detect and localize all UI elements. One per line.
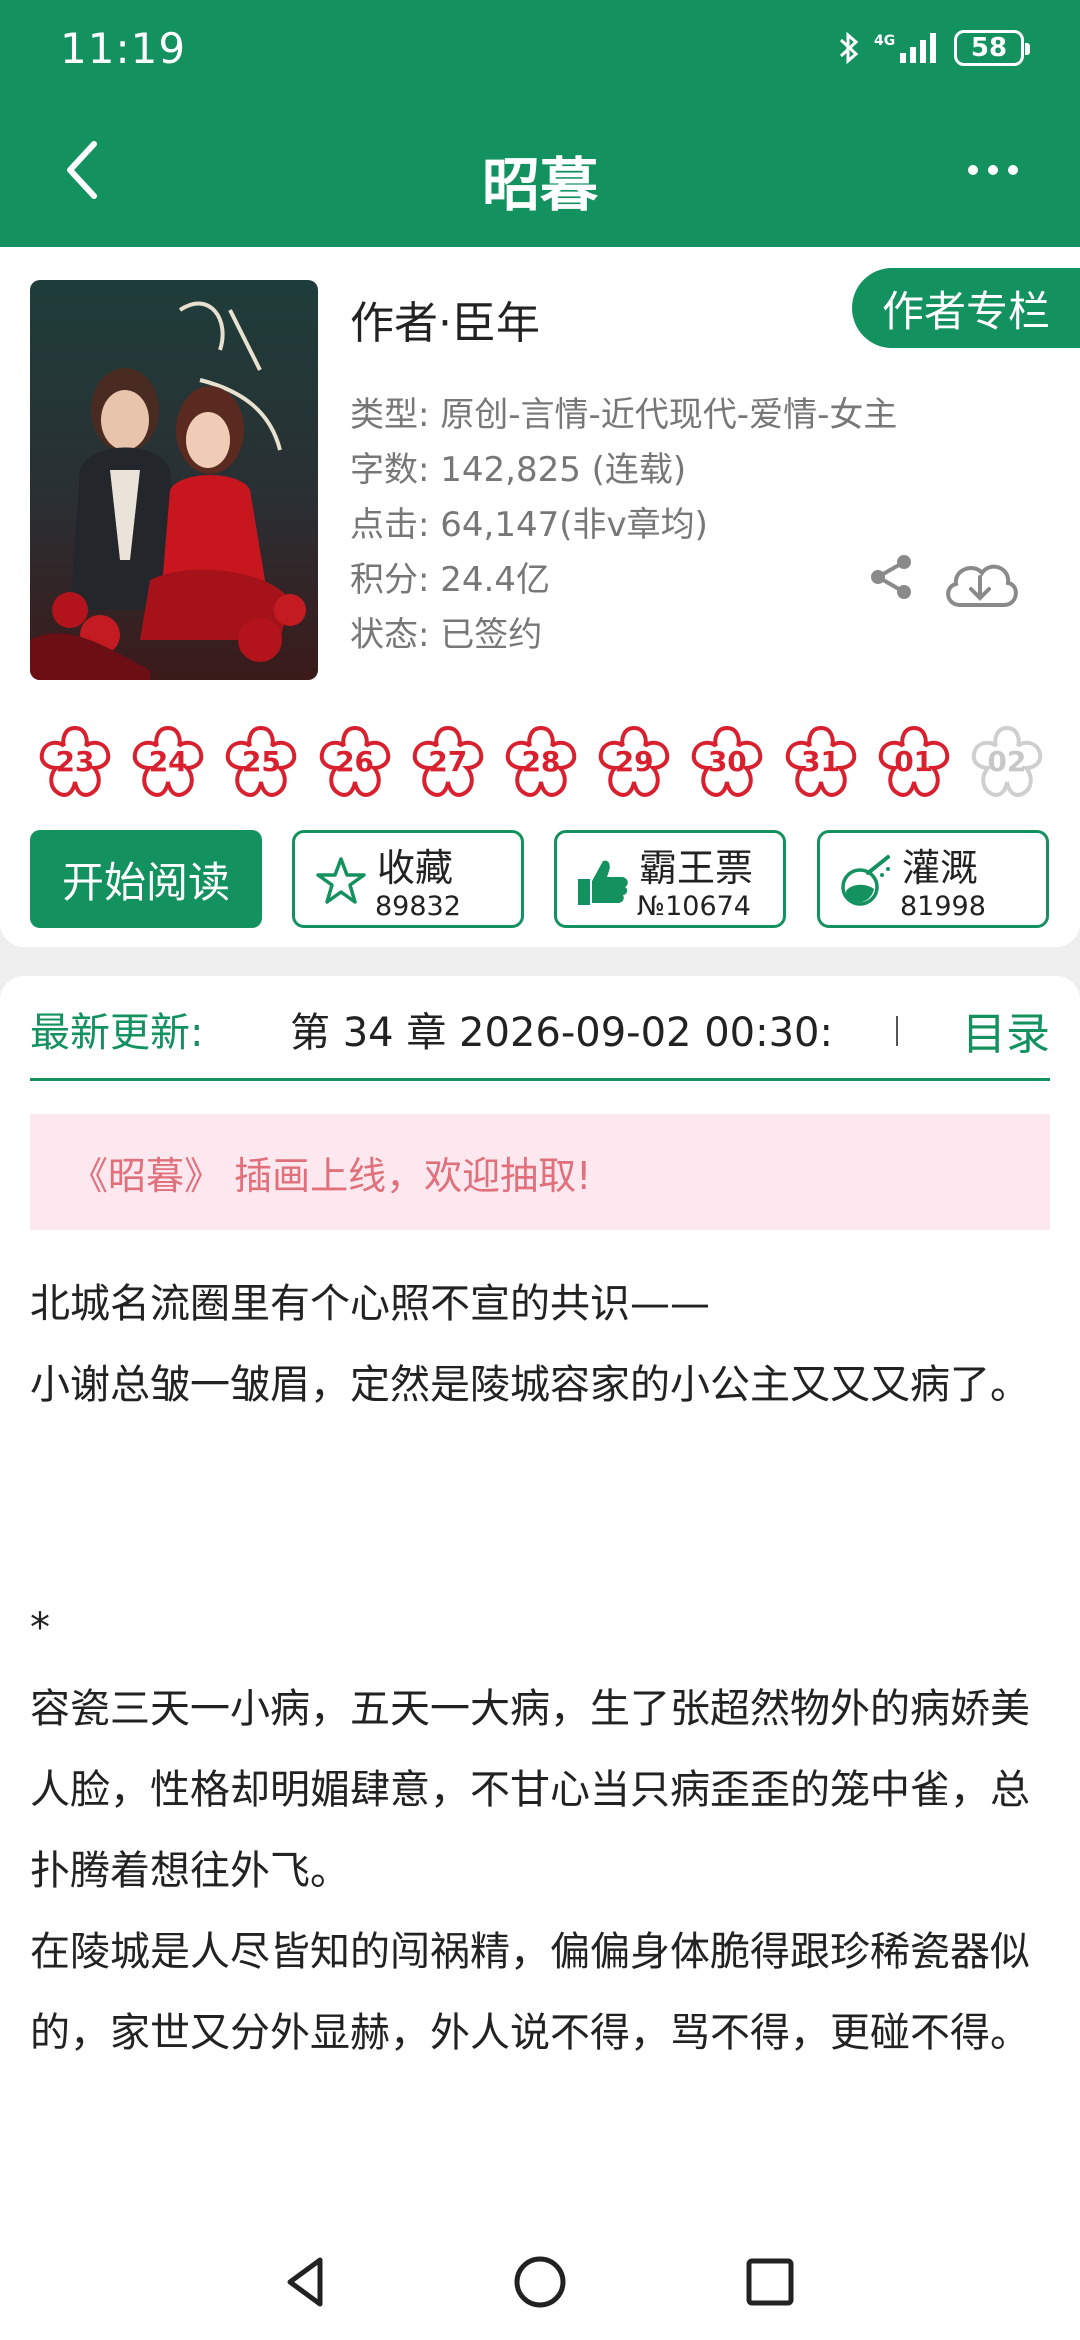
collect-count: 89832: [375, 891, 461, 922]
flower-badge[interactable]: 24: [129, 722, 207, 800]
author-column-button[interactable]: 作者专栏: [852, 268, 1080, 348]
meta-clicks: 点击: 64,147(非v章均): [350, 505, 708, 545]
flower-badge-label: 26: [335, 744, 375, 778]
flower-badge-label: 31: [801, 744, 840, 778]
meta-word-count: 字数: 142,825 (连载): [350, 450, 687, 490]
thumbs-up-icon: [578, 860, 628, 905]
flower-badge-label: 02: [987, 744, 1027, 778]
system-nav-bar: [0, 2230, 1080, 2340]
flower-badge[interactable]: 30: [688, 722, 766, 800]
flower-badge-label: 29: [614, 744, 654, 778]
announcement-banner[interactable]: 《昭暮》 插画上线，欢迎抽取!: [30, 1114, 1050, 1230]
latest-chapter-link[interactable]: 第 34 章 2026-09-02 00:30:: [290, 1000, 870, 1058]
more-button[interactable]: [958, 150, 1028, 190]
status-time: 11:19: [60, 24, 187, 73]
flower-badge[interactable]: 23: [36, 722, 114, 800]
flower-badge[interactable]: 25: [222, 722, 300, 800]
water-count: 81998: [900, 891, 986, 922]
page-title: 昭暮: [481, 151, 598, 219]
share-icon[interactable]: [866, 552, 916, 606]
latest-update-label: 最新更新:: [30, 1010, 204, 1056]
nav-recents-button[interactable]: [740, 2252, 800, 2312]
flower-badge[interactable]: 31: [782, 722, 860, 800]
flower-badge[interactable]: 02: [968, 722, 1046, 800]
ticket-button[interactable]: 霸王票 №10674: [554, 830, 786, 928]
nav-home-button[interactable]: [510, 2252, 570, 2312]
table-of-contents-link[interactable]: 目录: [962, 998, 1050, 1062]
meta-status: 状态: 已签约: [350, 615, 543, 655]
nav-back-button[interactable]: [278, 2252, 338, 2312]
synopsis-paragraph: 容瓷三天一小病，五天一大病，生了张超然物外的病娇美人脸，性格却明媚肆意，不甘心当…: [30, 1686, 1030, 1894]
circle-home-icon: [514, 2256, 566, 2308]
square-recents-icon: [746, 2258, 794, 2306]
action-button-row: 开始阅读 收藏 89832 霸王票 №10674 灌溉 81998: [30, 830, 1050, 928]
triangle-back-icon: [287, 2257, 323, 2307]
app-header: 11:19 4G 58 昭暮: [0, 0, 1080, 247]
star-icon: [316, 857, 366, 904]
author-name[interactable]: 作者·臣年: [350, 287, 540, 351]
flower-badges: 23 24 25 26 27 28 29 30 31 01 02: [36, 722, 1046, 800]
synopsis: 北城名流圈里有个心照不宣的共识—— 小谢总皱一皱眉，定然是陵城容家的小公主又又又…: [0, 1260, 1080, 2230]
flower-badge-label: 27: [428, 744, 468, 778]
ticket-label: 霸王票: [639, 846, 754, 890]
watering-can-icon: [841, 855, 890, 906]
water-button[interactable]: 灌溉 81998: [817, 830, 1049, 928]
svg-text:4G: 4G: [874, 33, 895, 49]
book-cover-image[interactable]: [30, 280, 318, 680]
battery-icon: 58: [954, 30, 1030, 66]
divider: [30, 1078, 1050, 1081]
flower-badge[interactable]: 28: [502, 722, 580, 800]
flower-badge-label: 25: [241, 744, 281, 778]
synopsis-paragraph: 在陵城是人尽皆知的闯祸精，偏偏身体脆得跟珍稀瓷器似的，家世又分外显赫，外人说不得…: [30, 1929, 1030, 2056]
flower-badge-label: 01: [894, 744, 934, 778]
flower-badge[interactable]: 27: [409, 722, 487, 800]
divider: [896, 1016, 898, 1046]
synopsis-paragraph: 小谢总皱一皱眉，定然是陵城容家的小公主又又又病了。: [30, 1362, 1030, 1408]
synopsis-paragraph: *: [30, 1605, 50, 1651]
more-dots-icon: [968, 165, 978, 175]
synopsis-paragraph: 北城名流圈里有个心照不宣的共识——: [30, 1281, 710, 1327]
bluetooth-icon: [839, 31, 859, 65]
signal-icon: 4G: [874, 33, 936, 63]
meta-score: 积分: 24.4亿: [350, 560, 550, 600]
flower-badge-label: 24: [148, 744, 188, 778]
collect-button[interactable]: 收藏 89832: [292, 830, 524, 928]
flower-badge-label: 28: [521, 744, 561, 778]
flower-badge-label: 23: [55, 744, 95, 778]
status-icons: 4G 58: [838, 30, 1030, 66]
flower-badge[interactable]: 26: [316, 722, 394, 800]
start-reading-button[interactable]: 开始阅读: [30, 830, 262, 928]
book-meta: 类型: 原创-言情-近代现代-爱情-女主 字数: 142,825 (连载) 点击…: [350, 388, 897, 663]
collect-label: 收藏: [377, 846, 454, 890]
ticket-count: №10674: [637, 891, 751, 922]
flower-badge[interactable]: 01: [875, 722, 953, 800]
flower-badge[interactable]: 29: [595, 722, 673, 800]
cloud-download-icon[interactable]: [940, 555, 1020, 615]
flower-badge-label: 30: [707, 744, 747, 778]
meta-type: 类型: 原创-言情-近代现代-爱情-女主: [350, 395, 898, 435]
water-label: 灌溉: [902, 846, 979, 890]
